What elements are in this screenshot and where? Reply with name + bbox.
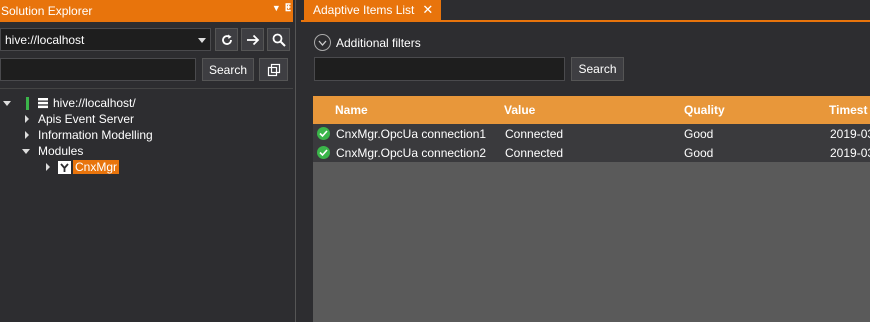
- table-row[interactable]: CnxMgr.OpcUa connection1 Connected Good …: [313, 124, 870, 143]
- tree-item-label: Apis Event Server: [38, 112, 135, 126]
- tab-adaptive-items-list[interactable]: Adaptive Items List ✕: [304, 0, 441, 20]
- search-button-icon[interactable]: [267, 28, 290, 51]
- cell-value: Connected: [505, 127, 564, 141]
- solution-tree: hive://localhost/ Apis Event Server Info…: [0, 88, 293, 322]
- tree-item-label: hive://localhost/: [53, 96, 136, 110]
- address-value: hive://localhost: [5, 32, 85, 47]
- table-row[interactable]: CnxMgr.OpcUa connection2 Connected Good …: [313, 143, 870, 162]
- expand-filters-icon[interactable]: [314, 34, 331, 51]
- tree-search-input[interactable]: [0, 58, 196, 81]
- good-status-icon: [317, 127, 330, 140]
- cell-timestamp: 2019-03: [830, 146, 870, 160]
- panel-menu-icon[interactable]: ▼: [272, 3, 281, 14]
- address-bar: hive://localhost: [0, 28, 293, 52]
- refresh-button[interactable]: [215, 28, 238, 51]
- navigate-button[interactable]: [241, 28, 264, 51]
- expanded-chevron-icon[interactable]: [3, 100, 11, 106]
- tree-search-row: Search: [0, 58, 293, 82]
- expanded-chevron-icon[interactable]: [22, 148, 30, 154]
- column-header-name[interactable]: Name: [335, 103, 368, 117]
- tree-item-root[interactable]: hive://localhost/: [3, 95, 136, 111]
- filter-search-input[interactable]: [314, 57, 565, 81]
- chevron-down-icon[interactable]: [198, 38, 206, 43]
- windows-icon: [267, 63, 280, 76]
- close-icon[interactable]: ✕: [422, 2, 433, 18]
- tab-label: Adaptive Items List: [313, 3, 415, 17]
- cell-name: CnxMgr.OpcUa connection2: [336, 146, 487, 160]
- cell-name: CnxMgr.OpcUa connection1: [336, 127, 487, 141]
- pin-icon[interactable]: ⵟ: [285, 3, 291, 14]
- collapsed-chevron-icon[interactable]: [25, 131, 29, 139]
- filters-label: Additional filters: [336, 35, 421, 50]
- server-icon: [38, 98, 48, 109]
- module-icon: [58, 160, 71, 174]
- cell-quality: Good: [684, 127, 714, 141]
- items-grid: Name Value Quality Timest CnxMgr.OpcUa c…: [313, 96, 870, 322]
- solution-explorer-panel: Solution Explorer ▼ ⵟ hive://localhost S…: [0, 0, 293, 322]
- column-header-value[interactable]: Value: [504, 103, 535, 117]
- refresh-icon: [221, 34, 232, 45]
- cell-timestamp: 2019-03: [830, 127, 870, 141]
- status-indicator: [26, 96, 29, 110]
- adaptive-items-panel: Adaptive Items List ✕ Additional filters…: [301, 0, 870, 322]
- column-header-timestamp[interactable]: Timest: [829, 103, 867, 117]
- tab-underline: [301, 20, 870, 22]
- grid-header: Name Value Quality Timest: [313, 96, 870, 124]
- solution-explorer-header: Solution Explorer ▼ ⵟ: [0, 0, 293, 22]
- tree-item-modules[interactable]: Modules: [22, 143, 83, 159]
- panel-title: Solution Explorer: [1, 4, 93, 18]
- app-window: Solution Explorer ▼ ⵟ hive://localhost S…: [0, 0, 870, 322]
- splitter-line: [295, 0, 296, 322]
- good-status-icon: [317, 146, 330, 159]
- tree-item-information-modelling[interactable]: Information Modelling: [25, 127, 153, 143]
- additional-filters-toggle[interactable]: Additional filters: [314, 34, 421, 51]
- tree-item-label: Modules: [38, 144, 84, 158]
- collapsed-chevron-icon[interactable]: [25, 115, 29, 123]
- collapsed-chevron-icon[interactable]: [46, 163, 50, 171]
- cell-value: Connected: [505, 146, 564, 160]
- cell-quality: Good: [684, 146, 714, 160]
- panel-header-controls: ▼ ⵟ: [272, 3, 291, 14]
- search-icon: [272, 33, 286, 47]
- column-header-quality[interactable]: Quality: [684, 103, 725, 117]
- tree-item-cnxmgr[interactable]: CnxMgr: [46, 159, 120, 175]
- tree-item-label-selected: CnxMgr: [73, 160, 120, 174]
- tree-search-button[interactable]: Search: [202, 58, 254, 81]
- arrow-right-icon: [246, 34, 259, 45]
- grid-body: CnxMgr.OpcUa connection1 Connected Good …: [313, 124, 870, 162]
- new-window-button[interactable]: [259, 58, 288, 81]
- tree-item-label: Information Modelling: [38, 128, 153, 142]
- filter-search-button[interactable]: Search: [571, 57, 624, 81]
- tree-item-apis-event-server[interactable]: Apis Event Server: [25, 111, 134, 127]
- address-combobox[interactable]: hive://localhost: [0, 28, 211, 51]
